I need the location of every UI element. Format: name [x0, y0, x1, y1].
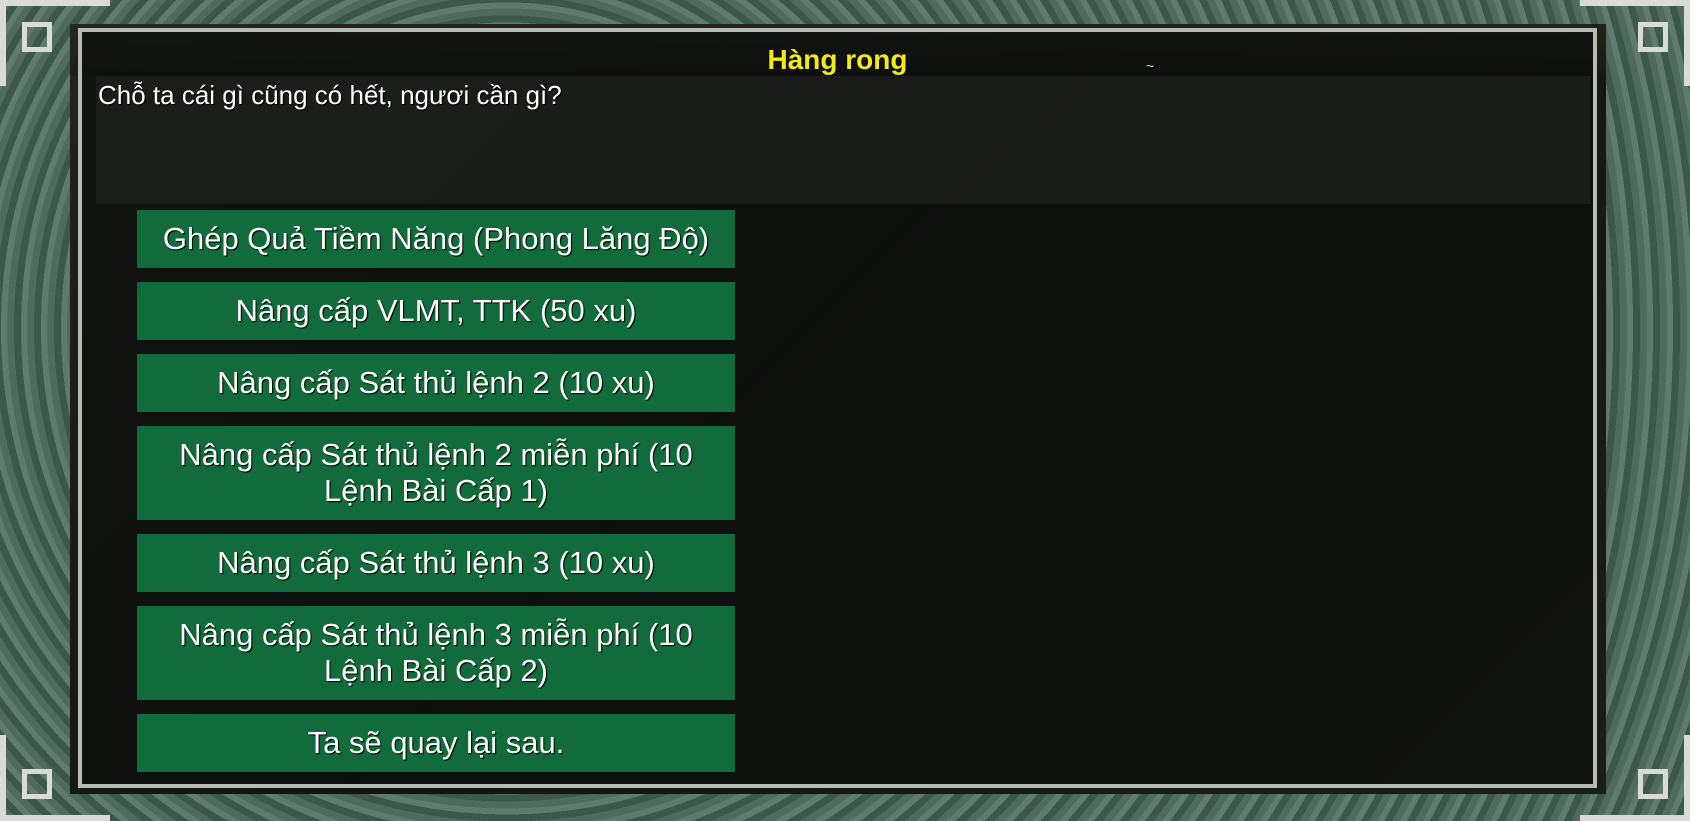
option-nang-cap-vlmt-ttk[interactable]: Nâng cấp VLMT, TTK (50 xu)	[137, 282, 735, 340]
title-mark: ~	[1146, 58, 1155, 74]
option-nang-cap-sat-thu-lenh-2[interactable]: Nâng cấp Sát thủ lệnh 2 (10 xu)	[137, 354, 735, 412]
option-nang-cap-sat-thu-lenh-3-free[interactable]: Nâng cấp Sát thủ lệnh 3 miễn phí (10 Lện…	[137, 606, 735, 700]
npc-greeting-text: Chỗ ta cái gì cũng có hết, ngươi cần gì?	[98, 80, 562, 110]
npc-dialog: Hàng rong ~ Chỗ ta cái gì cũng có hết, n…	[78, 28, 1597, 788]
dialog-options: Ghép Quả Tiềm Năng (Phong Lăng Độ) Nâng …	[137, 210, 735, 786]
option-ghep-qua-tiem-nang[interactable]: Ghép Quả Tiềm Năng (Phong Lăng Độ)	[137, 210, 735, 268]
option-quay-lai-sau[interactable]: Ta sẽ quay lại sau.	[137, 714, 735, 772]
option-nang-cap-sat-thu-lenh-3[interactable]: Nâng cấp Sát thủ lệnh 3 (10 xu)	[137, 534, 735, 592]
option-nang-cap-sat-thu-lenh-2-free[interactable]: Nâng cấp Sát thủ lệnh 2 miễn phí (10 Lện…	[137, 426, 735, 520]
dialog-title: Hàng rong	[767, 44, 908, 75]
